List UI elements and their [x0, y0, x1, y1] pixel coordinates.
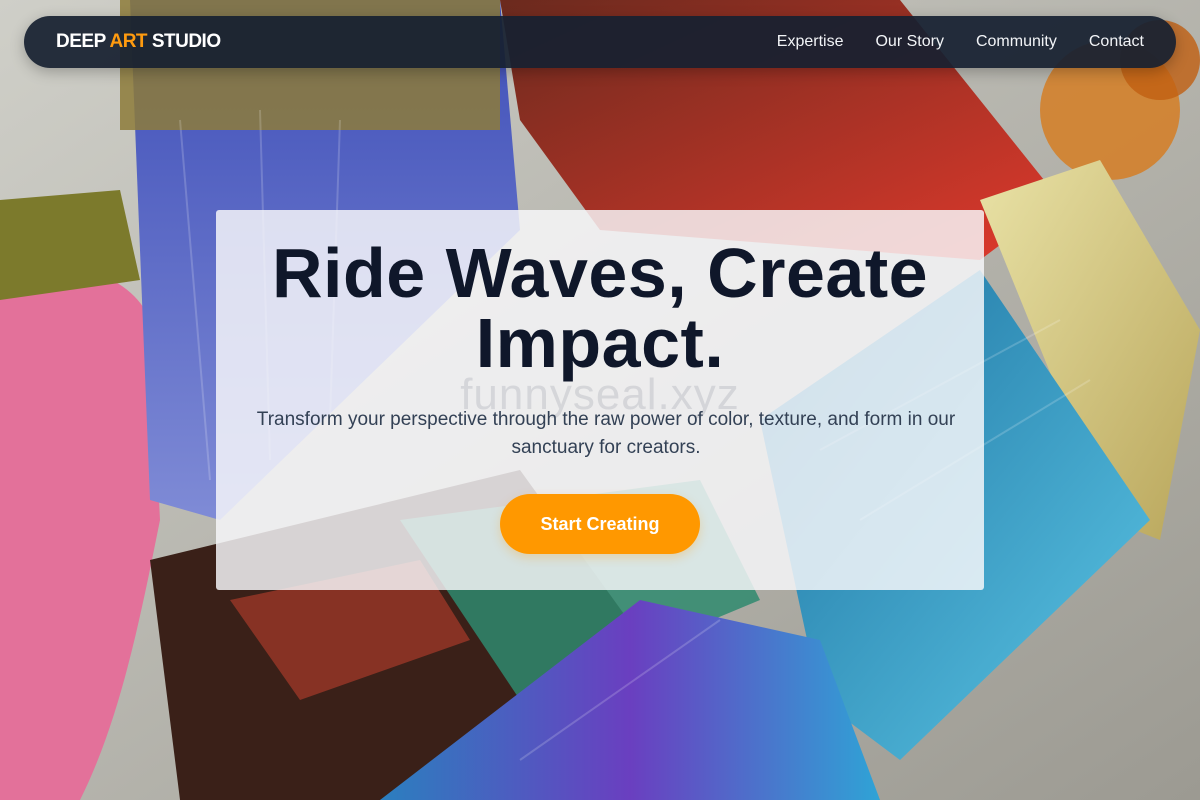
- nav-link-community[interactable]: Community: [976, 33, 1057, 51]
- nav-links: Expertise Our Story Community Contact: [777, 33, 1144, 51]
- brand-logo-text-art: ART: [109, 31, 148, 52]
- hero-subtext: Transform your perspective through the r…: [256, 409, 956, 458]
- nav-link-our-story[interactable]: Our Story: [875, 33, 943, 51]
- nav-link-expertise[interactable]: Expertise: [777, 33, 844, 51]
- top-navbar: DEEP ART STUDIO Expertise Our Story Comm…: [24, 16, 1176, 68]
- start-creating-button[interactable]: Start Creating: [500, 494, 700, 554]
- hero-section: DEEP ART STUDIO Expertise Our Story Comm…: [0, 0, 1200, 800]
- brand-logo-text-deep: DEEP: [56, 31, 110, 52]
- hero-content-card: funnyseal.xyz Ride Waves, Create Impact.…: [216, 210, 984, 590]
- hero-headline: Ride Waves, Create Impact.: [271, 234, 929, 382]
- brand-logo-text-studio: STUDIO: [147, 31, 221, 52]
- brand-logo[interactable]: DEEP ART STUDIO: [56, 31, 221, 53]
- nav-link-contact[interactable]: Contact: [1089, 33, 1144, 51]
